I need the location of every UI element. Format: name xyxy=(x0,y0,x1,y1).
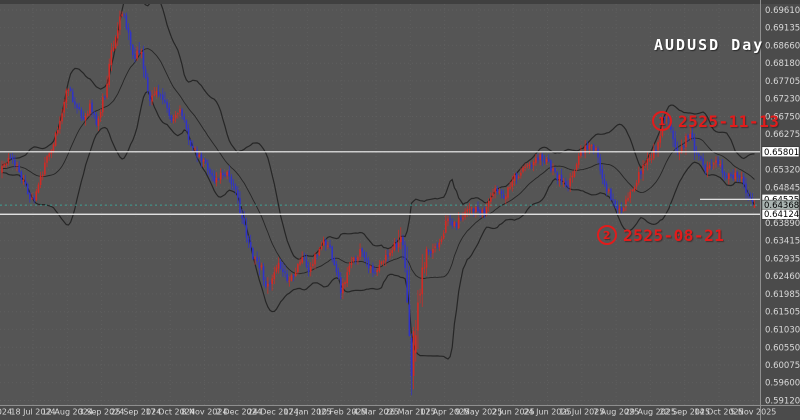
top-strip xyxy=(0,0,800,4)
price-axis[interactable] xyxy=(761,0,800,405)
date-axis[interactable] xyxy=(0,405,800,420)
chart-window: 0.696100.691350.686600.681800.677050.672… xyxy=(0,0,800,420)
price-chart-canvas[interactable]: 0.696100.691350.686600.681800.677050.672… xyxy=(0,0,800,420)
